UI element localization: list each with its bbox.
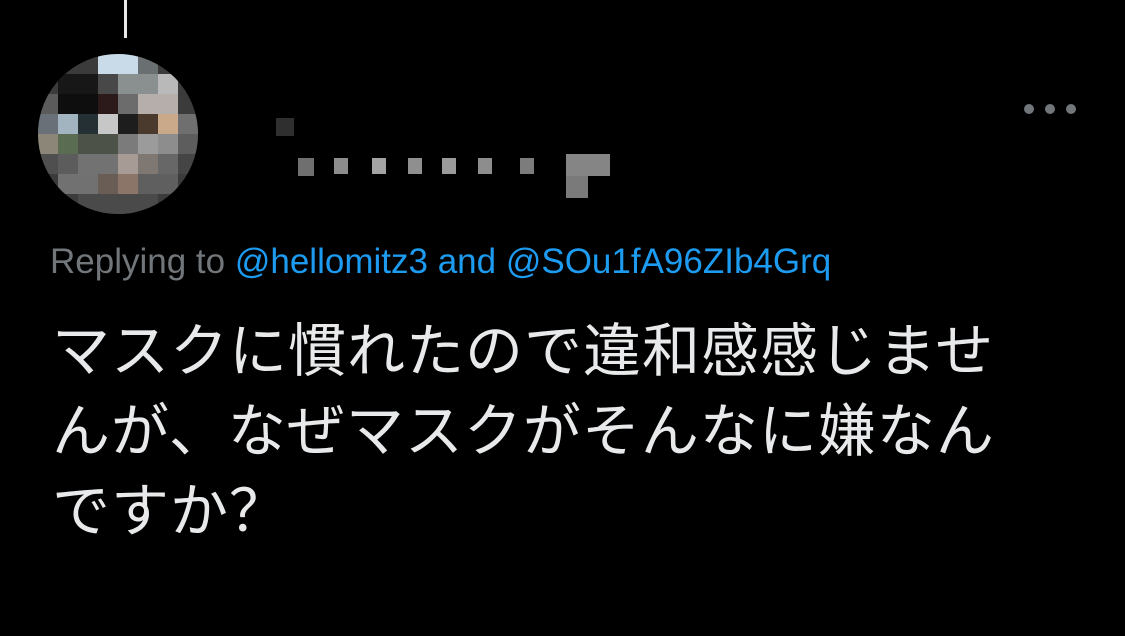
replying-to-prefix: Replying to [50,242,226,281]
mention-conjunction: and [437,242,497,281]
avatar[interactable] [38,54,198,214]
pixelated-display-name[interactable] [272,112,632,202]
mention-link-1[interactable]: @hellomitz3 [235,242,428,281]
tweet-text: マスクに慣れたので違和感感じませ んが、なぜマスクがそんなに嫌なん ですか？ [52,311,1072,551]
dot-icon [1066,104,1076,114]
thread-connector-line [124,0,127,38]
tweet-text-line: んが、なぜマスクがそんなに嫌なん [52,397,995,465]
more-options-icon[interactable] [1024,96,1076,122]
tweet-text-line: マスクに慣れたので違和感感じませ [52,317,995,385]
pixelated-name-mosaic [276,118,610,198]
tweet-text-line: ですか？ [52,477,289,545]
replying-to-line: Replying to @hellomitz3 and @SOu1fA96ZIb… [50,236,1110,288]
mention-link-2[interactable]: @SOu1fA96ZIb4Grq [506,242,831,281]
pixelated-avatar-image [38,54,198,214]
dot-icon [1024,104,1034,114]
dot-icon [1045,104,1055,114]
